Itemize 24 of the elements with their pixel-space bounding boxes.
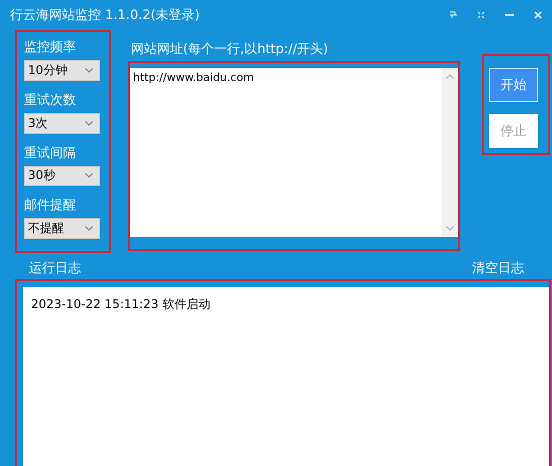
- window-title: 行云海网站监控 1.1.0.2(未登录): [10, 7, 201, 24]
- dropdown[interactable]: 不提醒: [24, 218, 100, 239]
- scroll-up-icon[interactable]: [446, 74, 454, 79]
- dropdown[interactable]: 30秒: [24, 166, 100, 186]
- chevron-icon: [85, 120, 93, 126]
- chevron-icon: [85, 68, 93, 73]
- setting-label: 重试间隔: [24, 146, 76, 162]
- setting-label: 重试次数: [24, 92, 76, 109]
- minimize-icon[interactable]: [505, 14, 514, 16]
- url-label: 网站网址(每个一行,以http://开头): [131, 42, 328, 58]
- setting-label: 邮件提醒: [24, 198, 76, 214]
- scroll-down-icon[interactable]: [446, 226, 454, 231]
- close-icon[interactable]: [534, 11, 542, 19]
- shrink-icon[interactable]: [477, 11, 485, 19]
- setting-label: 监控频率: [24, 40, 76, 56]
- log-label: 运行日志: [29, 261, 81, 277]
- dropdown[interactable]: 10分钟: [24, 60, 100, 81]
- chevron-icon: [85, 226, 93, 232]
- scrollbar[interactable]: [442, 68, 458, 237]
- log-line: 2023-10-22 15:11:23 软件启动: [31, 296, 210, 313]
- url-field[interactable]: http://www.baidu.com: [130, 68, 442, 237]
- pin-icon[interactable]: [449, 11, 457, 19]
- chevron-icon: [85, 173, 93, 178]
- dropdown[interactable]: 3次: [24, 112, 100, 134]
